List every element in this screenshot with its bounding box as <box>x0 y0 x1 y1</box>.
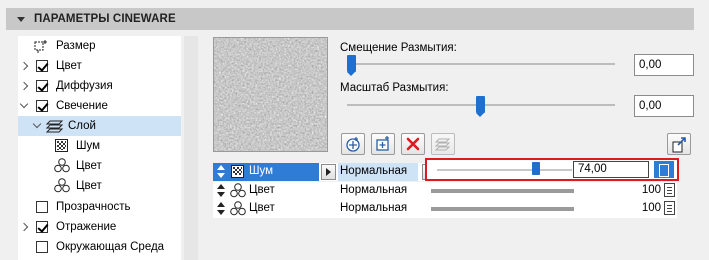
blend-mode-cell[interactable]: Нормальная <box>338 200 418 218</box>
tree-item-luminance[interactable]: Свечение <box>18 96 181 116</box>
tree-item-label: Цвет <box>56 60 82 72</box>
opacity-bar[interactable] <box>431 207 574 211</box>
tree-item-color-shader[interactable]: Цвет <box>18 176 181 196</box>
export-icon <box>672 137 686 153</box>
blur-scale-label: Масштаб Размытия: <box>340 82 449 94</box>
layer-stack-button[interactable] <box>431 133 455 155</box>
noise-icon <box>231 165 244 178</box>
channel-tree: Размер Цвет Диффузия Свечение Слой Шум Ц… <box>18 36 181 260</box>
layer-name: Цвет <box>249 184 275 196</box>
blur-scale-field[interactable]: 0,00 <box>634 95 694 117</box>
section-title: ПАРАМЕТРЫ CINEWARE <box>34 13 176 25</box>
tree-item-size[interactable]: Размер <box>18 36 181 56</box>
layer-name-cell[interactable]: Цвет <box>213 200 319 218</box>
add-shader-icon <box>346 137 360 152</box>
add-folder-button[interactable] <box>371 133 395 155</box>
tree-item-label: Цвет <box>76 160 102 172</box>
opacity-value[interactable]: 100 <box>642 202 661 214</box>
layer-options-icon[interactable] <box>664 183 675 197</box>
size-icon <box>34 40 47 53</box>
layer-opacity-slider-thumb[interactable] <box>531 162 540 175</box>
tree-item-layer[interactable]: Слой <box>18 116 181 136</box>
layer-row[interactable]: Цвет Нормальная 100 <box>213 200 677 218</box>
color-shader-icon <box>230 201 246 216</box>
chevron-right-icon[interactable] <box>19 222 29 232</box>
blur-offset-field[interactable]: 0,00 <box>634 54 694 76</box>
blend-mode-cell[interactable]: Нормальная <box>338 182 418 200</box>
luminance-checkbox[interactable] <box>36 100 48 112</box>
transparency-checkbox[interactable] <box>36 201 48 213</box>
collapse-triangle-icon[interactable] <box>17 16 25 22</box>
noise-preview-image <box>214 38 327 151</box>
chevron-right-icon[interactable] <box>19 61 29 71</box>
layer-stack-icon <box>434 138 451 151</box>
tree-item-label: Цвет <box>76 180 102 192</box>
blur-scale-slider-thumb[interactable] <box>475 96 485 117</box>
layer-options-icon[interactable] <box>664 201 675 215</box>
layer-name: Цвет <box>249 202 275 214</box>
layer-row[interactable]: Цвет Нормальная 100 <box>213 182 677 200</box>
noise-icon <box>55 139 68 152</box>
reorder-arrows-icon[interactable] <box>217 165 225 179</box>
tree-item-color-shader[interactable]: Цвет <box>18 156 181 176</box>
tree-item-label: Слой <box>68 120 96 132</box>
tree-item-label: Прозрачность <box>56 201 131 213</box>
layer-options-button[interactable] <box>654 161 674 178</box>
diffusion-checkbox[interactable] <box>36 80 48 92</box>
tree-scrollbar[interactable] <box>184 36 198 260</box>
delete-icon <box>406 137 420 151</box>
layer-name-cell[interactable]: Цвет <box>213 182 319 200</box>
add-folder-icon <box>376 136 389 151</box>
tree-item-label: Размер <box>56 40 96 52</box>
add-shader-button[interactable] <box>341 133 365 155</box>
tree-item-label: Отражение <box>56 221 117 233</box>
delete-layer-button[interactable] <box>401 133 425 155</box>
tree-item-diffusion[interactable]: Диффузия <box>18 76 181 96</box>
tree-item-noise[interactable]: Шум <box>18 136 181 156</box>
tree-item-label: Шум <box>76 140 101 152</box>
tree-item-label: Свечение <box>56 100 108 112</box>
blend-mode-cell[interactable]: Нормальная <box>338 163 418 181</box>
layer-name-cell[interactable]: Шум <box>213 163 319 181</box>
environment-checkbox[interactable] <box>36 241 48 253</box>
reflection-checkbox[interactable] <box>36 221 48 233</box>
chevron-down-icon[interactable] <box>19 99 29 109</box>
layers-icon <box>46 120 64 133</box>
layer-opacity-track[interactable] <box>437 169 572 171</box>
opacity-value[interactable]: 100 <box>642 184 661 196</box>
tree-item-label: Диффузия <box>56 80 113 92</box>
chevron-right-icon[interactable] <box>19 81 29 91</box>
reorder-arrows-icon[interactable] <box>217 202 225 216</box>
color-checkbox[interactable] <box>36 60 48 72</box>
layer-opacity-field[interactable]: 74,00 <box>573 161 649 178</box>
tree-item-environment[interactable]: Окружающая Среда <box>18 237 181 257</box>
tree-item-label: Окружающая Среда <box>56 241 165 253</box>
opacity-bar[interactable] <box>431 189 574 193</box>
tree-item-color[interactable]: Цвет <box>18 56 181 76</box>
color-shader-icon <box>54 158 70 173</box>
noise-preview <box>213 37 328 152</box>
blur-offset-label: Смещение Размытия: <box>340 42 457 54</box>
color-shader-icon <box>54 178 70 193</box>
chevron-down-icon[interactable] <box>32 119 42 129</box>
tree-item-reflection[interactable]: Отражение <box>18 217 181 237</box>
layer-name: Шум <box>249 165 274 177</box>
layer-open-button[interactable] <box>321 164 336 180</box>
section-header[interactable]: ПАРАМЕТРЫ CINEWARE <box>6 8 694 30</box>
reorder-arrows-icon[interactable] <box>217 184 225 198</box>
color-shader-icon <box>230 183 246 198</box>
blur-offset-slider-thumb[interactable] <box>347 55 356 76</box>
blur-offset-track[interactable] <box>347 63 615 65</box>
export-button[interactable] <box>667 133 691 155</box>
tree-item-transparency[interactable]: Прозрачность <box>18 197 181 217</box>
highlighted-opacity-control: 74,00 <box>425 158 679 181</box>
